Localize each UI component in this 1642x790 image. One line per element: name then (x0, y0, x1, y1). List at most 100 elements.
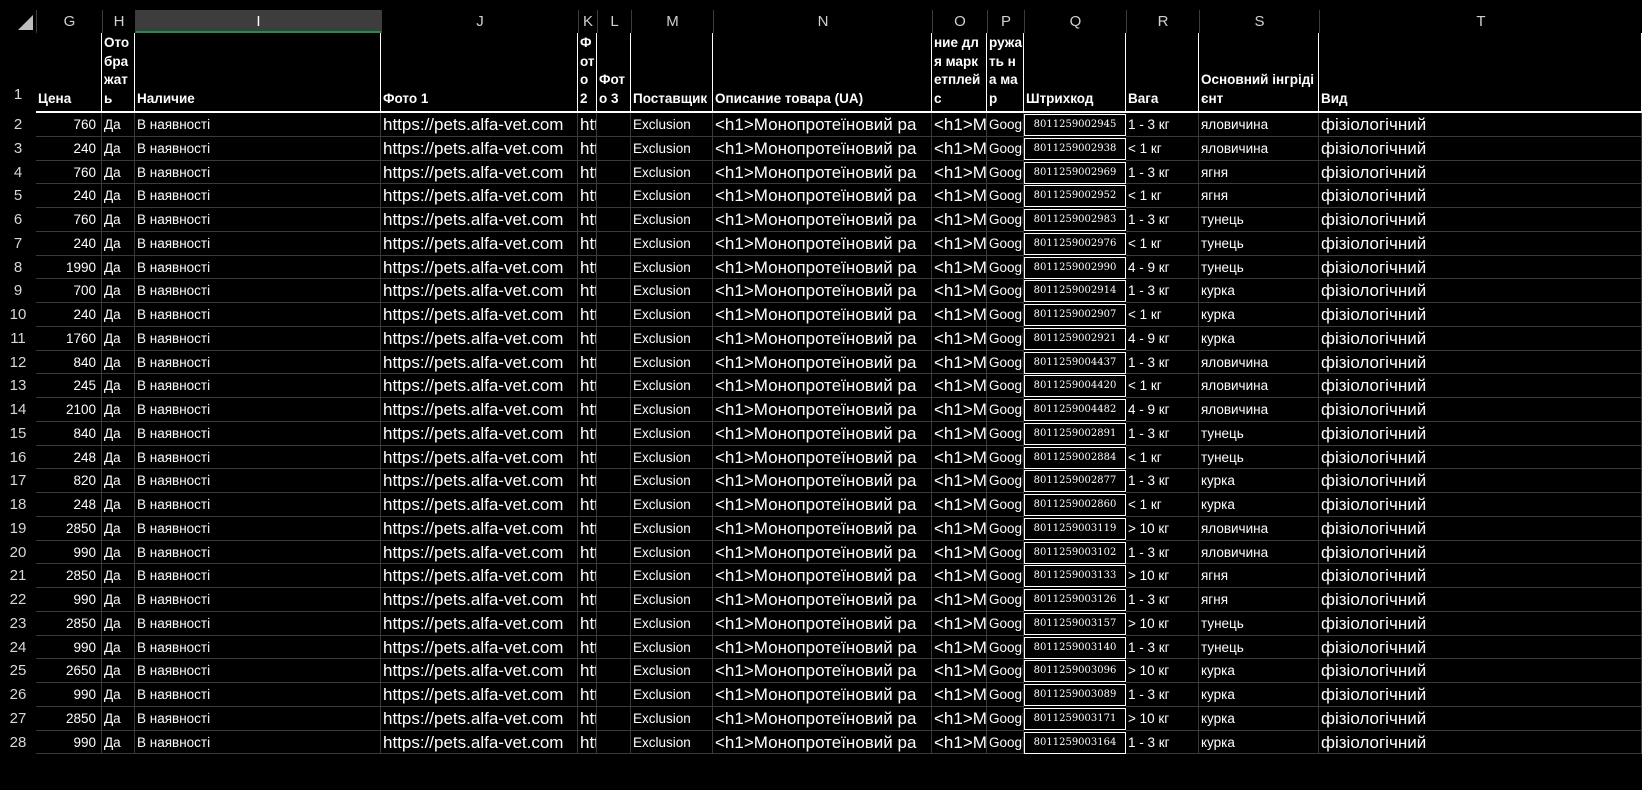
availability-cell[interactable]: В наявності (135, 611, 381, 636)
show-cell[interactable]: Да (102, 516, 135, 541)
availability-cell[interactable]: В наявності (135, 255, 381, 280)
header-cell-j[interactable]: Фото 1 (381, 33, 578, 111)
header-cell-t[interactable]: Вид (1319, 33, 1642, 111)
availability-cell[interactable]: В наявності (135, 516, 381, 541)
barcode-cell[interactable]: 8011259002921 (1024, 327, 1126, 351)
description-cell[interactable]: <h1>Монопротеїновий ра (713, 421, 932, 446)
supplier-cell[interactable]: Exclusion (631, 445, 713, 470)
photo1-cell[interactable]: https://pets.alfa-vet.com (381, 683, 578, 707)
kind-cell[interactable]: фізіологічний (1319, 279, 1642, 303)
kind-cell[interactable]: фізіологічний (1319, 493, 1642, 517)
upload-cell[interactable]: Google (987, 659, 1024, 683)
column-header-r[interactable]: R (1126, 10, 1199, 33)
header-cell-m[interactable]: Поставщик (631, 33, 713, 111)
photo1-cell[interactable]: https://pets.alfa-vet.com (381, 421, 578, 446)
price-cell[interactable]: 760 (36, 113, 102, 137)
row-number[interactable]: 10 (0, 303, 36, 327)
photo2-cell[interactable]: https:// (578, 113, 597, 137)
kind-cell[interactable]: фізіологічний (1319, 374, 1642, 398)
show-cell[interactable]: Да (102, 208, 135, 232)
supplier-cell[interactable]: Exclusion (631, 421, 713, 446)
header-cell-i[interactable]: Наличие (135, 33, 381, 111)
price-cell[interactable]: 2100 (36, 398, 102, 422)
kind-cell[interactable]: фізіологічний (1319, 611, 1642, 636)
marketplace-description-cell[interactable]: <h1>Мо (932, 374, 987, 398)
supplier-cell[interactable]: Exclusion (631, 160, 713, 185)
barcode-cell[interactable]: 8011259002983 (1024, 208, 1126, 232)
photo3-cell[interactable] (597, 279, 631, 303)
marketplace-description-cell[interactable]: <h1>Мо (932, 445, 987, 470)
barcode-cell[interactable]: 8011259002877 (1024, 469, 1126, 493)
show-cell[interactable]: Да (102, 326, 135, 351)
show-cell[interactable]: Да (102, 136, 135, 161)
photo3-cell[interactable] (597, 469, 631, 493)
show-cell[interactable]: Да (102, 303, 135, 327)
upload-cell[interactable]: Google (987, 469, 1024, 493)
photo3-cell[interactable] (597, 231, 631, 256)
weight-cell[interactable]: 1 - 3 кг (1126, 421, 1199, 446)
show-cell[interactable]: Да (102, 421, 135, 446)
photo3-cell[interactable] (597, 350, 631, 375)
barcode-cell[interactable]: 8011259003164 (1024, 731, 1126, 755)
photo2-cell[interactable]: https:// (578, 445, 597, 470)
photo2-cell[interactable]: https:// (578, 184, 597, 208)
row-number[interactable]: 18 (0, 493, 36, 517)
kind-cell[interactable]: фізіологічний (1319, 184, 1642, 208)
ingredient-cell[interactable]: тунець (1199, 445, 1319, 470)
photo1-cell[interactable]: https://pets.alfa-vet.com (381, 469, 578, 493)
photo2-cell[interactable]: https:// (578, 136, 597, 161)
show-cell[interactable]: Да (102, 469, 135, 493)
ingredient-cell[interactable]: яловичина (1199, 398, 1319, 422)
marketplace-description-cell[interactable]: <h1>Мо (932, 184, 987, 208)
upload-cell[interactable]: Google (987, 564, 1024, 588)
marketplace-description-cell[interactable]: <h1>Мо (932, 231, 987, 256)
row-number[interactable]: 15 (0, 422, 36, 446)
price-cell[interactable]: 240 (36, 303, 102, 327)
kind-cell[interactable]: фізіологічний (1319, 683, 1642, 707)
supplier-cell[interactable]: Exclusion (631, 279, 713, 303)
availability-cell[interactable]: В наявності (135, 113, 381, 137)
ingredient-cell[interactable]: яловичина (1199, 540, 1319, 565)
column-header-p[interactable]: P (987, 10, 1024, 33)
barcode-cell[interactable]: 8011259002860 (1024, 493, 1126, 517)
ingredient-cell[interactable]: ягня (1199, 184, 1319, 208)
availability-cell[interactable]: В наявності (135, 445, 381, 470)
kind-cell[interactable]: фізіологічний (1319, 326, 1642, 351)
row-number[interactable]: 1 (0, 33, 36, 111)
price-cell[interactable]: 990 (36, 588, 102, 612)
marketplace-description-cell[interactable]: <h1>Мо (932, 540, 987, 565)
weight-cell[interactable]: < 1 кг (1126, 374, 1199, 398)
row-number[interactable]: 12 (0, 351, 36, 375)
row-number[interactable]: 24 (0, 636, 36, 660)
description-cell[interactable]: <h1>Монопротеїновий ра (713, 326, 932, 351)
price-cell[interactable]: 240 (36, 136, 102, 161)
marketplace-description-cell[interactable]: <h1>Мо (932, 303, 987, 327)
row-number[interactable]: 13 (0, 374, 36, 398)
supplier-cell[interactable]: Exclusion (631, 231, 713, 256)
ingredient-cell[interactable]: курка (1199, 659, 1319, 683)
photo3-cell[interactable] (597, 208, 631, 232)
barcode-cell[interactable]: 8011259003140 (1024, 636, 1126, 660)
availability-cell[interactable]: В наявності (135, 279, 381, 303)
supplier-cell[interactable]: Exclusion (631, 303, 713, 327)
availability-cell[interactable]: В наявності (135, 326, 381, 351)
marketplace-description-cell[interactable]: <h1>Мо (932, 683, 987, 707)
weight-cell[interactable]: < 1 кг (1126, 303, 1199, 327)
row-number[interactable]: 7 (0, 232, 36, 256)
column-header-s[interactable]: S (1199, 10, 1319, 33)
weight-cell[interactable]: 1 - 3 кг (1126, 160, 1199, 185)
price-cell[interactable]: 2650 (36, 659, 102, 683)
weight-cell[interactable]: 1 - 3 кг (1126, 635, 1199, 660)
weight-cell[interactable]: 1 - 3 кг (1126, 469, 1199, 493)
description-cell[interactable]: <h1>Монопротеїновий ра (713, 113, 932, 137)
header-cell-q[interactable]: Штрихкод (1024, 33, 1126, 111)
weight-cell[interactable]: < 1 кг (1126, 445, 1199, 470)
upload-cell[interactable]: Google (987, 683, 1024, 707)
barcode-cell[interactable]: 8011259003096 (1024, 659, 1126, 683)
photo2-cell[interactable]: https:// (578, 255, 597, 280)
supplier-cell[interactable]: Exclusion (631, 516, 713, 541)
barcode-cell[interactable]: 8011259003119 (1024, 517, 1126, 541)
barcode-cell[interactable]: 8011259002952 (1024, 184, 1126, 208)
ingredient-cell[interactable]: яловичина (1199, 136, 1319, 161)
photo2-cell[interactable]: https:// (578, 303, 597, 327)
